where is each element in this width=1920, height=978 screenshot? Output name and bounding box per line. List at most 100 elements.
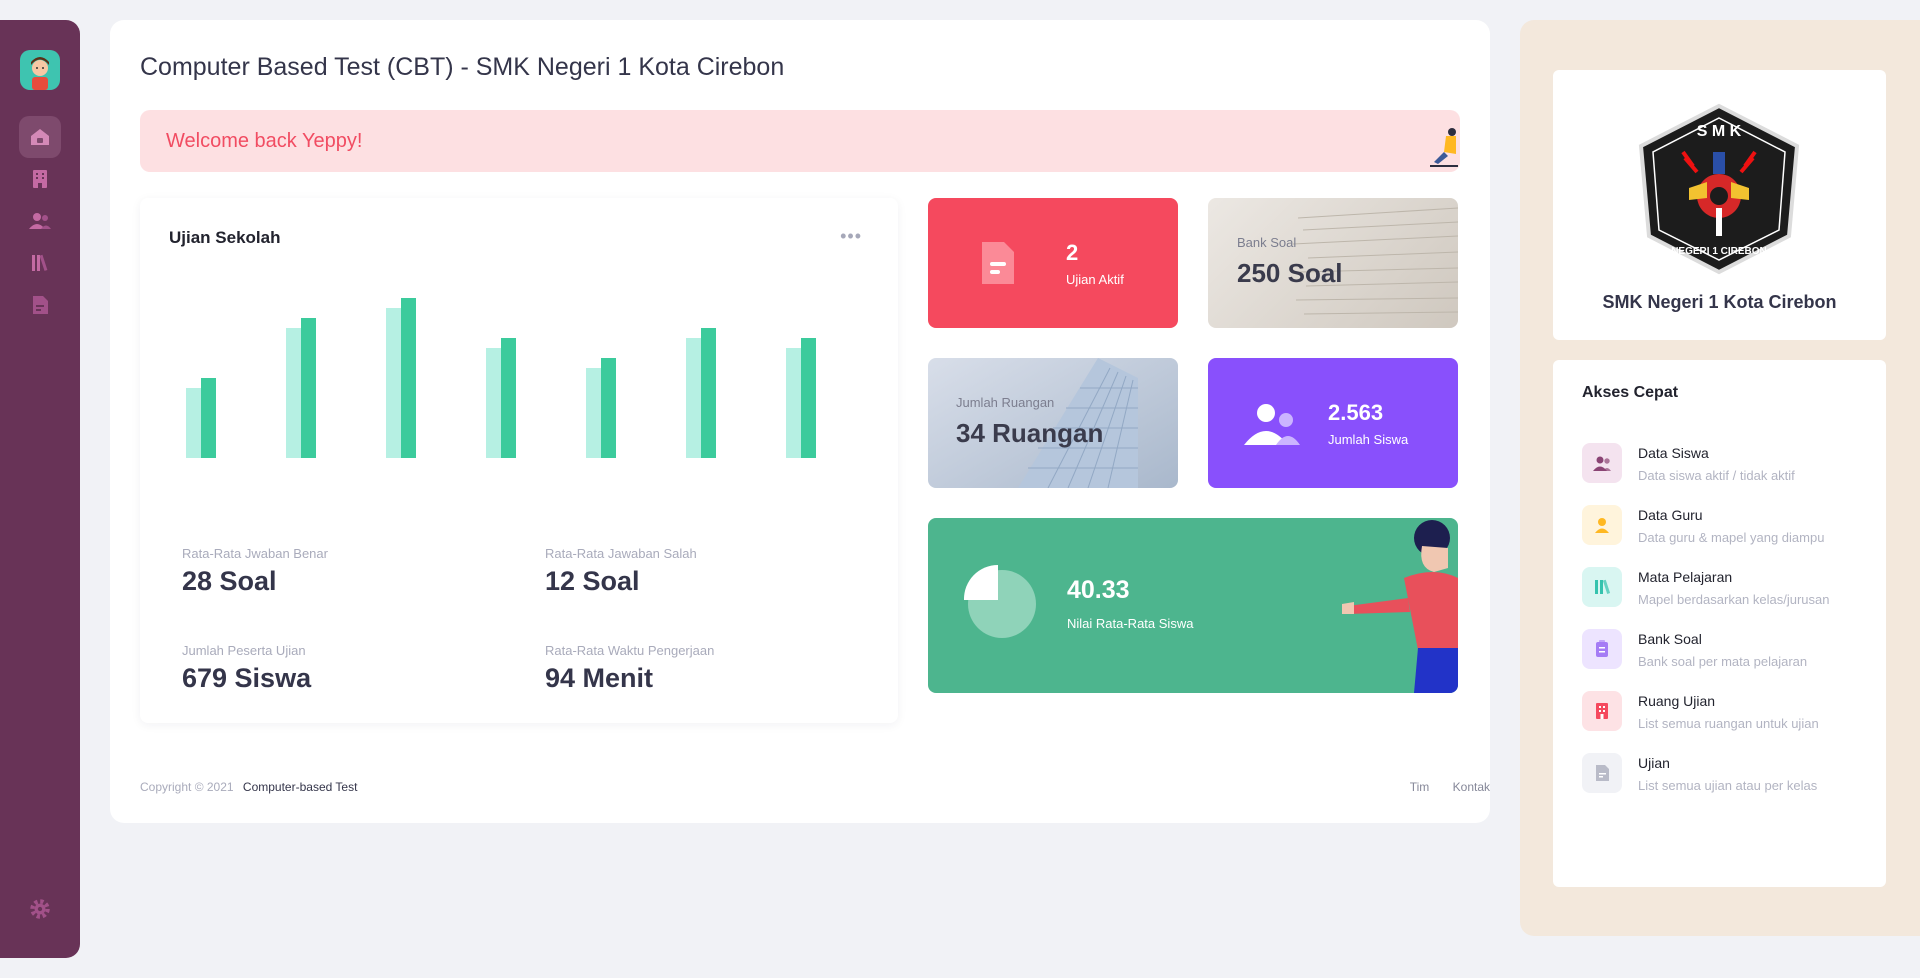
students-label: Jumlah Siswa [1328, 432, 1409, 447]
quick-item-ujian[interactable]: Ujian List semua ujian atau per kelas [1582, 750, 1872, 800]
tile-active-exams[interactable]: 2 Ujian Aktif [928, 198, 1178, 328]
stat-value: 28 Soal [182, 566, 277, 596]
nav-home[interactable] [19, 116, 61, 158]
nav-students[interactable] [19, 200, 61, 242]
copyright-text: Copyright © 2021 [140, 780, 234, 794]
footer-link-team[interactable]: Tim [1410, 780, 1430, 794]
quick-item-subtitle: Mapel berdasarkan kelas/jurusan [1638, 592, 1830, 607]
building-icon [1596, 703, 1608, 719]
exam-bar-chart [186, 298, 816, 458]
nav-rooms[interactable] [19, 158, 61, 200]
document-icon [33, 296, 48, 314]
quick-item-subtitle: List semua ruangan untuk ujian [1638, 716, 1819, 731]
stat-wrong: Rata-Rata Jawaban Salah 12 Soal [545, 546, 697, 597]
quick-item-data-guru[interactable]: Data Guru Data guru & mapel yang diampu [1582, 502, 1872, 552]
stat-correct: Rata-Rata Jwaban Benar 28 Soal [182, 546, 328, 597]
tile-rooms[interactable]: Jumlah Ruangan 34 Ruangan [928, 358, 1178, 488]
footer-product-link[interactable]: Computer-based Test [243, 780, 358, 794]
active-exams-label: Ujian Aktif [1066, 272, 1124, 287]
welcome-banner: Welcome back Yeppy! [140, 110, 1460, 172]
quick-access-title: Akses Cepat [1582, 384, 1679, 401]
quick-item-subtitle: Data guru & mapel yang diampu [1638, 530, 1825, 545]
users-icon [1244, 404, 1300, 445]
stat-duration: Rata-Rata Waktu Pengerjaan 94 Menit [545, 643, 714, 694]
quick-item-icon-bg [1582, 567, 1622, 607]
quick-item-bank-soal[interactable]: Bank Soal Bank soal per mata pelajaran [1582, 626, 1872, 676]
active-exams-value: 2 [1066, 240, 1079, 265]
building-icon [33, 170, 47, 188]
quick-item-title: Data Siswa [1638, 445, 1709, 461]
sidebar [0, 20, 80, 958]
bar-series1-2 [401, 298, 416, 458]
nav-subjects[interactable] [19, 242, 61, 284]
tile-students[interactable]: 2.563 Jumlah Siswa [1208, 358, 1458, 488]
clipboard-icon [1596, 640, 1608, 657]
school-name: SMK Negeri 1 Kota Cirebon [1602, 292, 1837, 312]
books-icon [32, 254, 48, 271]
bar-series0-2 [386, 308, 401, 458]
bar-series0-6 [786, 348, 801, 458]
exam-chart-card: Ujian Sekolah ••• Rata-Rata Jwaban Benar… [140, 198, 898, 723]
quick-item-icon-bg [1582, 629, 1622, 669]
settings-gear-icon[interactable] [27, 896, 53, 922]
question-bank-value: 250 Soal [1237, 258, 1343, 288]
school-card: S M K NEGERI 1 CIREBON SMK Negeri 1 Kota… [1553, 70, 1886, 340]
quick-item-data-siswa[interactable]: Data Siswa Data siswa aktif / tidak aktif [1582, 440, 1872, 490]
chart-title: Ujian Sekolah [169, 228, 281, 247]
stat-label: Rata-Rata Waktu Pengerjaan [545, 643, 715, 658]
stat-label: Jumlah Peserta Ujian [182, 643, 306, 658]
bar-series0-0 [186, 388, 201, 458]
stat-value: 12 Soal [545, 566, 640, 596]
rooms-label: Jumlah Ruangan [956, 395, 1055, 410]
quick-item-title: Ujian [1638, 755, 1670, 771]
logo-bottom-text: NEGERI 1 CIREBON [1671, 246, 1767, 257]
logo-top-text: S M K [1697, 123, 1742, 140]
bar-series0-4 [586, 368, 601, 458]
quick-item-mata-pelajaran[interactable]: Mata Pelajaran Mapel berdasarkan kelas/ju… [1582, 564, 1872, 614]
person-illustration [1342, 520, 1458, 693]
quick-item-icon-bg [1582, 691, 1622, 731]
right-panel: S M K NEGERI 1 CIREBON SMK Negeri 1 Kota… [1520, 20, 1920, 936]
bar-series0-1 [286, 328, 301, 458]
tile-average-score[interactable]: 40.33 Nilai Rata-Rata Siswa [928, 518, 1458, 693]
books-icon [1595, 579, 1611, 594]
footer-copyright: Copyright © 2021 Computer-based Test [140, 780, 357, 794]
footer-links: Tim Kontak [1390, 780, 1490, 794]
document-icon [982, 242, 1014, 284]
quick-item-title: Data Guru [1638, 507, 1703, 523]
stat-label: Rata-Rata Jwaban Benar [182, 546, 328, 561]
bar-series0-5 [686, 338, 701, 458]
rooms-value: 34 Ruangan [956, 418, 1104, 448]
bar-series1-5 [701, 328, 716, 458]
quick-item-title: Bank Soal [1638, 631, 1702, 647]
user-avatar[interactable] [20, 50, 60, 90]
footer-link-contact[interactable]: Kontak [1453, 780, 1490, 794]
document-icon [1596, 765, 1609, 781]
bar-series1-0 [201, 378, 216, 458]
school-logo-text: S M K NEGERI 1 CIREBON [1671, 123, 1767, 257]
average-label: Nilai Rata-Rata Siswa [1067, 616, 1194, 631]
nav-exams[interactable] [19, 284, 61, 326]
average-value: 40.33 [1067, 576, 1130, 604]
users-icon [1593, 456, 1611, 471]
quick-item-icon-bg [1582, 753, 1622, 793]
more-options-icon[interactable]: ••• [840, 226, 862, 247]
quick-item-ruang-ujian[interactable]: Ruang Ujian List semua ruangan untuk ujia… [1582, 688, 1872, 738]
page-title: Computer Based Test (CBT) - SMK Negeri 1… [140, 53, 785, 81]
quick-item-icon-bg [1582, 443, 1622, 483]
welcome-illustration [1430, 128, 1458, 167]
students-value: 2.563 [1328, 400, 1384, 425]
stat-participants: Jumlah Peserta Ujian 679 Siswa [182, 643, 311, 694]
stat-value: 94 Menit [545, 663, 654, 693]
quick-item-subtitle: Bank soal per mata pelajaran [1638, 654, 1808, 669]
pie-chart-icon [964, 565, 1036, 638]
tile-question-bank[interactable]: Bank Soal 250 Soal [1208, 198, 1458, 328]
user-icon [1595, 518, 1609, 533]
quick-item-subtitle: List semua ujian atau per kelas [1638, 778, 1818, 793]
bar-series0-3 [486, 348, 501, 458]
quick-item-title: Ruang Ujian [1638, 693, 1716, 709]
quick-item-icon-bg [1582, 505, 1622, 545]
question-bank-label: Bank Soal [1237, 235, 1297, 250]
users-icon [29, 213, 51, 229]
home-icon [31, 129, 49, 145]
